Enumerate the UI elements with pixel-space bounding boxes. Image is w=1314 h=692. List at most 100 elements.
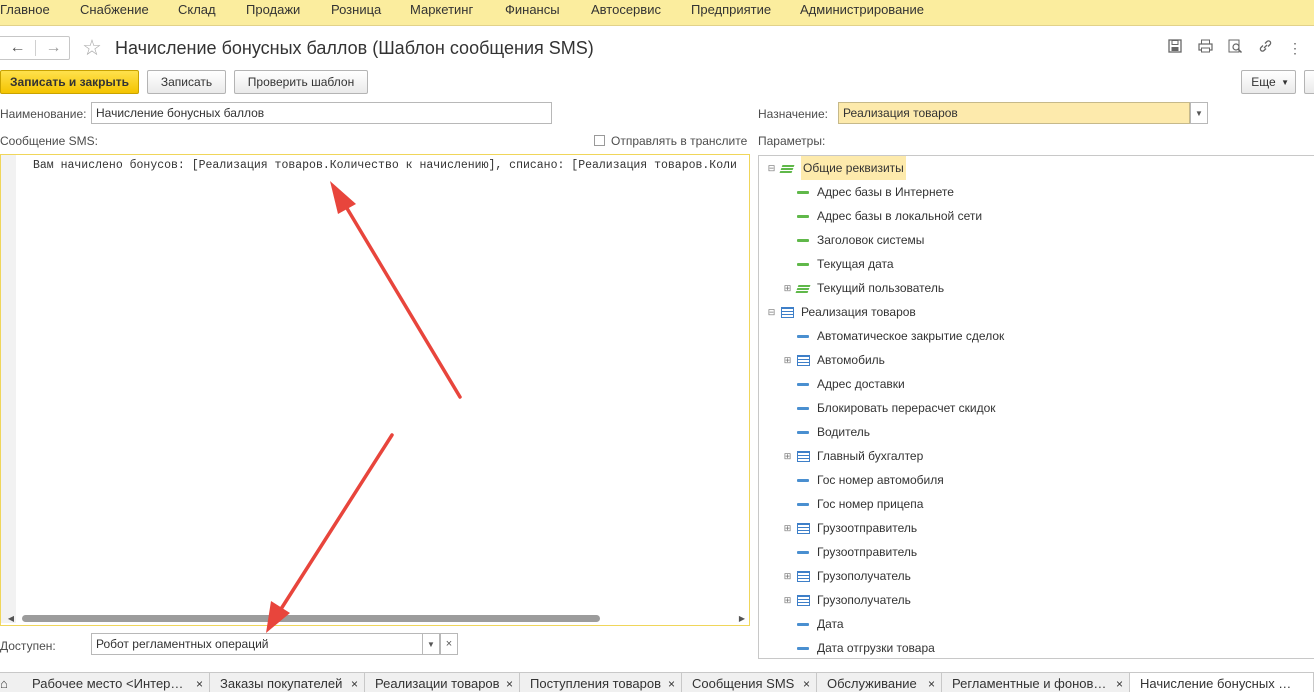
more-menu-label: Еще	[1251, 75, 1276, 89]
menu-item-marketing[interactable]: Маркетинг	[410, 2, 473, 18]
forward-arrow-icon[interactable]: →	[36, 37, 71, 59]
close-icon[interactable]: ×	[668, 677, 675, 691]
translit-checkbox[interactable]	[594, 135, 605, 146]
attribute-icon	[797, 623, 809, 626]
tree-item[interactable]: ⊟ Реализация товаров	[759, 300, 1314, 324]
tab-label: Заказы покупателей	[220, 676, 343, 691]
extra-button[interactable]	[1304, 70, 1314, 94]
close-icon[interactable]: ×	[506, 677, 513, 691]
app-window: Главное Снабжение Склад Продажи Розница …	[0, 0, 1314, 692]
table-icon	[781, 307, 794, 318]
tree-item[interactable]: ⊞ Главный бухгалтер	[759, 444, 1314, 468]
tree-item[interactable]: ⊞ Грузополучатель	[759, 588, 1314, 612]
close-icon[interactable]: ×	[196, 677, 203, 691]
tree-item[interactable]: ⊞ Автомобиль	[759, 348, 1314, 372]
scroll-right-icon[interactable]: ▶	[735, 611, 749, 625]
close-icon[interactable]: ×	[803, 677, 810, 691]
more-actions-icon[interactable]: ⋮	[1285, 38, 1305, 58]
table-icon	[797, 595, 810, 606]
section-menu: Главное Снабжение Склад Продажи Розница …	[0, 0, 1314, 26]
menu-item-enterprise[interactable]: Предприятие	[691, 2, 771, 18]
tree-item[interactable]: ⊞ Грузополучатель	[759, 564, 1314, 588]
expand-icon[interactable]: ⊞	[783, 524, 792, 533]
menu-item-sales[interactable]: Продажи	[246, 2, 300, 18]
tree-item[interactable]: Заголовок системы	[759, 228, 1314, 252]
sms-text-content[interactable]: Вам начислено бонусов: [Реализация товар…	[33, 159, 737, 173]
tree-item[interactable]: Автоматическое закрытие сделок	[759, 324, 1314, 348]
window-tab-scheduled-jobs[interactable]: Регламентные и фонов… ×	[942, 673, 1130, 692]
tree-item-label: Заголовок системы	[817, 233, 925, 247]
tree-item-label: Главный бухгалтер	[817, 449, 924, 463]
attribute-icon	[797, 647, 809, 650]
tree-item[interactable]: Гос номер автомобиля	[759, 468, 1314, 492]
expand-icon[interactable]: ⊞	[783, 452, 792, 461]
attribute-icon	[797, 503, 809, 506]
preview-search-icon[interactable]	[1225, 38, 1245, 58]
tree-item[interactable]: ⊟ Общие реквизиты	[759, 156, 1314, 180]
tree-item[interactable]: Блокировать перерасчет скидок	[759, 396, 1314, 420]
back-arrow-icon[interactable]: ←	[0, 37, 35, 59]
menu-item-main[interactable]: Главное	[0, 2, 50, 18]
attribute-icon	[797, 431, 809, 434]
window-tab-workplace[interactable]: Рабочее место <Интер… ×	[22, 673, 210, 692]
menu-item-warehouse[interactable]: Склад	[178, 2, 216, 18]
expand-icon[interactable]: ⊞	[783, 572, 792, 581]
menu-item-autoservice[interactable]: Автосервис	[591, 2, 661, 18]
scrollbar-thumb[interactable]	[22, 615, 600, 622]
attribute-icon	[797, 551, 809, 554]
tree-item[interactable]: Гос номер прицепа	[759, 492, 1314, 516]
close-icon[interactable]: ×	[928, 677, 935, 691]
tree-item[interactable]: Грузоотправитель	[759, 540, 1314, 564]
available-input[interactable]: Робот регламентных операций	[91, 633, 423, 655]
close-icon[interactable]: ×	[351, 677, 358, 691]
tree-item[interactable]: Дата	[759, 612, 1314, 636]
home-icon[interactable]: ⌂	[0, 676, 8, 691]
scroll-left-icon[interactable]: ◀	[4, 611, 18, 625]
menu-item-retail[interactable]: Розница	[331, 2, 381, 18]
window-tab-bonus-points[interactable]: Начисление бонусных …	[1130, 673, 1314, 692]
expand-icon[interactable]: ⊞	[783, 356, 792, 365]
window-tab-sms-messages[interactable]: Сообщения SMS ×	[682, 673, 817, 692]
available-clear-button[interactable]: ×	[440, 633, 458, 655]
print-icon[interactable]	[1195, 38, 1215, 58]
tree-item-label: Гос номер автомобиля	[817, 473, 944, 487]
save-button[interactable]: Записать	[147, 70, 226, 94]
menu-item-supply[interactable]: Снабжение	[80, 2, 149, 18]
tree-item[interactable]: Адрес доставки	[759, 372, 1314, 396]
tree-item[interactable]: Водитель	[759, 420, 1314, 444]
save-disk-icon[interactable]	[1165, 38, 1185, 58]
link-icon[interactable]	[1255, 38, 1275, 58]
tree-item[interactable]: Адрес базы в локальной сети	[759, 204, 1314, 228]
tree-item-label: Общие реквизиты	[801, 156, 906, 180]
favorite-star-icon[interactable]: ☆	[80, 36, 104, 60]
sms-text-editor[interactable]: Вам начислено бонусов: [Реализация товар…	[0, 154, 750, 626]
group-icon	[795, 285, 811, 293]
menu-item-finance[interactable]: Финансы	[505, 2, 560, 18]
collapse-icon[interactable]: ⊟	[767, 308, 776, 317]
horizontal-scrollbar[interactable]: ◀ ▶	[8, 611, 749, 625]
purpose-dropdown-button[interactable]: ▼	[1190, 102, 1208, 124]
close-icon[interactable]: ×	[1116, 677, 1123, 691]
window-tab-receipts[interactable]: Поступления товаров ×	[520, 673, 682, 692]
tree-item-label: Реализация товаров	[801, 305, 916, 319]
tree-item[interactable]: ⊞ Грузоотправитель	[759, 516, 1314, 540]
tree-item[interactable]: Дата отгрузки товара	[759, 636, 1314, 658]
tree-item[interactable]: Текущая дата	[759, 252, 1314, 276]
more-menu-button[interactable]: Еще ▼	[1241, 70, 1296, 94]
collapse-icon[interactable]: ⊟	[767, 164, 776, 173]
save-and-close-button[interactable]: Записать и закрыть	[0, 70, 139, 94]
purpose-select[interactable]: Реализация товаров	[838, 102, 1190, 124]
available-dropdown-button[interactable]: ▼	[422, 633, 440, 655]
window-tab-sales[interactable]: Реализации товаров ×	[365, 673, 520, 692]
window-tab-customer-orders[interactable]: Заказы покупателей ×	[210, 673, 365, 692]
tree-item-label: Текущий пользователь	[817, 281, 945, 295]
menu-item-administration[interactable]: Администрирование	[800, 2, 924, 18]
name-input[interactable]: Начисление бонусных баллов	[91, 102, 552, 124]
check-template-button[interactable]: Проверить шаблон	[234, 70, 368, 94]
parameters-tree[interactable]: ⊟ Общие реквизиты Адрес базы в Интернете Ад…	[758, 155, 1314, 659]
tree-item[interactable]: Адрес базы в Интернете	[759, 180, 1314, 204]
tree-item[interactable]: ⊞ Текущий пользователь	[759, 276, 1314, 300]
window-tab-maintenance[interactable]: Обслуживание ×	[817, 673, 942, 692]
expand-icon[interactable]: ⊞	[783, 284, 792, 293]
expand-icon[interactable]: ⊞	[783, 596, 792, 605]
